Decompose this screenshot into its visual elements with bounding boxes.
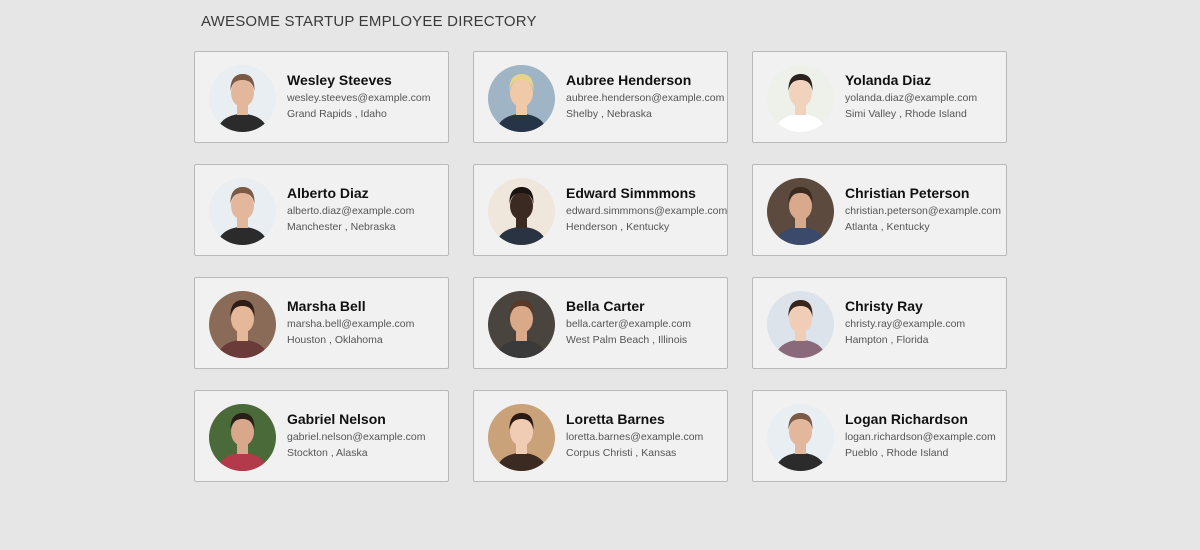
avatar-photo-icon	[209, 291, 276, 358]
avatar-photo-icon	[209, 178, 276, 245]
employee-name: Christy Ray	[845, 298, 923, 314]
avatar-photo-icon	[488, 404, 555, 471]
employee-card[interactable]: Wesley Steeves wesley.steeves@example.co…	[194, 51, 449, 143]
employee-email: marsha.bell@example.com	[287, 318, 415, 330]
employee-name: Gabriel Nelson	[287, 411, 386, 427]
employee-avatar[interactable]	[488, 65, 555, 132]
avatar-photo-icon	[209, 65, 276, 132]
employee-location: Simi Valley , Rhode Island	[845, 108, 967, 120]
employee-card[interactable]: Edward Simmmons edward.simmmons@example.…	[473, 164, 728, 256]
employee-info: Logan Richardson logan.richardson@exampl…	[845, 411, 1002, 460]
employee-avatar[interactable]	[209, 291, 276, 358]
page-title: AWESOME STARTUP EMPLOYEE DIRECTORY	[201, 13, 537, 30]
employee-avatar[interactable]	[209, 178, 276, 245]
employee-avatar[interactable]	[767, 291, 834, 358]
avatar-photo-icon	[209, 404, 276, 471]
employee-avatar[interactable]	[488, 178, 555, 245]
employee-name: Wesley Steeves	[287, 72, 392, 88]
employee-info: Gabriel Nelson gabriel.nelson@example.co…	[287, 411, 444, 460]
employee-card[interactable]: Bella Carter bella.carter@example.com We…	[473, 277, 728, 369]
employee-avatar[interactable]	[488, 404, 555, 471]
employee-card[interactable]: Yolanda Diaz yolanda.diaz@example.com Si…	[752, 51, 1007, 143]
employee-name: Yolanda Diaz	[845, 72, 932, 88]
avatar-photo-icon	[767, 178, 834, 245]
employee-email: alberto.diaz@example.com	[287, 205, 415, 217]
employee-name: Alberto Diaz	[287, 185, 369, 201]
employee-name: Christian Peterson	[845, 185, 970, 201]
employee-location: Grand Rapids , Idaho	[287, 108, 387, 120]
employee-avatar[interactable]	[209, 65, 276, 132]
employee-card[interactable]: Logan Richardson logan.richardson@exampl…	[752, 390, 1007, 482]
employee-info: Edward Simmmons edward.simmmons@example.…	[566, 185, 728, 234]
employee-location: Hampton , Florida	[845, 334, 929, 346]
employee-email: christian.peterson@example.com	[845, 205, 1001, 217]
employee-avatar[interactable]	[488, 291, 555, 358]
employee-card[interactable]: Loretta Barnes loretta.barnes@example.co…	[473, 390, 728, 482]
avatar-photo-icon	[767, 65, 834, 132]
employee-grid: Wesley Steeves wesley.steeves@example.co…	[194, 51, 1007, 482]
employee-email: aubree.henderson@example.com	[566, 92, 725, 104]
employee-info: Wesley Steeves wesley.steeves@example.co…	[287, 72, 444, 121]
employee-name: Loretta Barnes	[566, 411, 665, 427]
employee-location: Henderson , Kentucky	[566, 221, 670, 233]
employee-avatar[interactable]	[767, 65, 834, 132]
employee-email: edward.simmmons@example.com	[566, 205, 728, 217]
employee-info: Aubree Henderson aubree.henderson@exampl…	[566, 72, 725, 121]
directory-page: AWESOME STARTUP EMPLOYEE DIRECTORY Wesle…	[0, 0, 1200, 550]
employee-info: Loretta Barnes loretta.barnes@example.co…	[566, 411, 723, 460]
employee-name: Marsha Bell	[287, 298, 366, 314]
employee-email: bella.carter@example.com	[566, 318, 692, 330]
employee-location: Houston , Oklahoma	[287, 334, 383, 346]
employee-avatar[interactable]	[209, 404, 276, 471]
employee-info: Christian Peterson christian.peterson@ex…	[845, 185, 1002, 234]
employee-card[interactable]: Marsha Bell marsha.bell@example.com Hous…	[194, 277, 449, 369]
employee-name: Bella Carter	[566, 298, 645, 314]
employee-location: Pueblo , Rhode Island	[845, 447, 949, 459]
avatar-photo-icon	[488, 65, 555, 132]
employee-email: christy.ray@example.com	[845, 318, 966, 330]
employee-name: Aubree Henderson	[566, 72, 692, 88]
employee-name: Edward Simmmons	[566, 185, 696, 201]
employee-email: wesley.steeves@example.com	[287, 92, 431, 104]
employee-info: Yolanda Diaz yolanda.diaz@example.com Si…	[845, 72, 1002, 121]
employee-info: Alberto Diaz alberto.diaz@example.com Ma…	[287, 185, 444, 234]
employee-location: West Palm Beach , Illinois	[566, 334, 688, 346]
employee-card[interactable]: Alberto Diaz alberto.diaz@example.com Ma…	[194, 164, 449, 256]
avatar-photo-icon	[767, 291, 834, 358]
employee-card[interactable]: Christian Peterson christian.peterson@ex…	[752, 164, 1007, 256]
employee-avatar[interactable]	[767, 178, 834, 245]
avatar-photo-icon	[488, 178, 555, 245]
employee-email: gabriel.nelson@example.com	[287, 431, 426, 443]
employee-avatar[interactable]	[767, 404, 834, 471]
employee-location: Stockton , Alaska	[287, 447, 368, 459]
employee-info: Bella Carter bella.carter@example.com We…	[566, 298, 723, 347]
employee-card[interactable]: Christy Ray christy.ray@example.com Hamp…	[752, 277, 1007, 369]
employee-location: Shelby , Nebraska	[566, 108, 652, 120]
employee-info: Christy Ray christy.ray@example.com Hamp…	[845, 298, 1002, 347]
employee-name: Logan Richardson	[845, 411, 968, 427]
avatar-photo-icon	[767, 404, 834, 471]
employee-card[interactable]: Aubree Henderson aubree.henderson@exampl…	[473, 51, 728, 143]
employee-email: yolanda.diaz@example.com	[845, 92, 978, 104]
employee-location: Atlanta , Kentucky	[845, 221, 930, 233]
employee-location: Manchester , Nebraska	[287, 221, 396, 233]
employee-info: Marsha Bell marsha.bell@example.com Hous…	[287, 298, 444, 347]
avatar-photo-icon	[488, 291, 555, 358]
employee-email: loretta.barnes@example.com	[566, 431, 704, 443]
employee-location: Corpus Christi , Kansas	[566, 447, 677, 459]
employee-card[interactable]: Gabriel Nelson gabriel.nelson@example.co…	[194, 390, 449, 482]
employee-email: logan.richardson@example.com	[845, 431, 996, 443]
